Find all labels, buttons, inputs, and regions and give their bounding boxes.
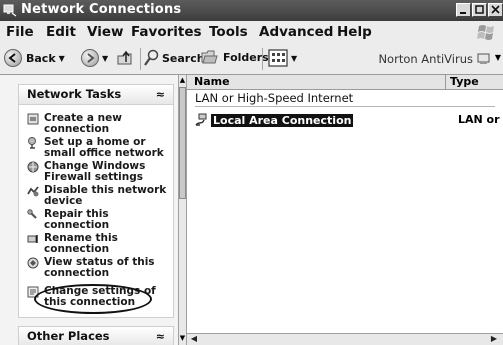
views-dropdown-icon[interactable]: ▼ bbox=[291, 54, 297, 63]
new-connection-icon bbox=[27, 113, 39, 125]
column-header-name[interactable]: Name bbox=[194, 75, 230, 88]
firewall-icon bbox=[27, 161, 39, 173]
back-arrow-icon bbox=[4, 49, 22, 67]
search-icon bbox=[144, 49, 159, 66]
toolbar-separator bbox=[140, 48, 141, 70]
window-title: Network Connections bbox=[21, 2, 182, 17]
task-label: View status of this connection bbox=[44, 256, 155, 279]
menu-bar: File Edit View Favorites Tools Advanced … bbox=[0, 21, 503, 45]
group-divider bbox=[195, 106, 495, 107]
scroll-down-arrow-icon[interactable]: ▼ bbox=[179, 333, 186, 343]
windows-logo-icon bbox=[477, 25, 494, 40]
column-header-row: Name Type bbox=[187, 75, 503, 90]
norton-antivirus-label[interactable]: Norton AntiVirus bbox=[378, 52, 473, 66]
task-pane-scrollbar[interactable]: ▲ ▼ bbox=[178, 75, 187, 345]
scroll-up-arrow-icon[interactable]: ▲ bbox=[179, 75, 186, 85]
home-network-icon bbox=[28, 137, 36, 149]
menu-advanced[interactable]: Advanced bbox=[259, 24, 333, 40]
network-tasks-header[interactable]: Network Tasks ≈ bbox=[19, 85, 173, 105]
column-separator[interactable] bbox=[445, 75, 446, 89]
task-label: Change Windows Firewall settings bbox=[44, 160, 146, 183]
close-icon bbox=[491, 5, 500, 14]
task-label: Create a new connection bbox=[44, 112, 122, 135]
scrollbar-thumb[interactable] bbox=[179, 87, 186, 199]
task-label: Set up a home or small office network bbox=[44, 136, 164, 159]
other-places-header[interactable]: Other Places ≈ bbox=[19, 327, 173, 345]
expand-chevron-icon[interactable]: ≈ bbox=[156, 327, 165, 345]
lan-connection-icon bbox=[195, 113, 207, 126]
toolbar: Back ▼ ▼ Search Folders ▼ Norton AntiVir… bbox=[0, 44, 503, 75]
task-label: Repair this connection bbox=[44, 208, 110, 231]
search-label: Search bbox=[162, 51, 205, 65]
task-label: Disable this network device bbox=[44, 184, 167, 207]
views-button[interactable]: ▼ bbox=[268, 49, 297, 67]
column-header-type[interactable]: Type bbox=[450, 75, 479, 88]
search-button[interactable]: Search bbox=[144, 49, 205, 67]
repair-icon bbox=[27, 209, 37, 219]
highlight-ellipse bbox=[34, 284, 152, 314]
connection-name: Local Area Connection bbox=[211, 113, 354, 127]
menu-file[interactable]: File bbox=[6, 24, 34, 40]
toolbar-separator bbox=[262, 48, 263, 70]
scroll-left-arrow-icon[interactable]: ◀ bbox=[189, 334, 199, 344]
folders-button[interactable]: Folders bbox=[201, 49, 269, 65]
maximize-button[interactable] bbox=[472, 3, 487, 17]
back-dropdown-icon[interactable]: ▼ bbox=[59, 54, 65, 63]
menu-edit[interactable]: Edit bbox=[46, 24, 76, 40]
folders-icon bbox=[201, 50, 218, 64]
back-button[interactable]: Back ▼ bbox=[4, 49, 65, 67]
window-controls bbox=[455, 3, 503, 18]
connection-item[interactable]: Local Area Connection bbox=[195, 113, 354, 127]
forward-arrow-icon bbox=[81, 49, 99, 67]
minimize-icon bbox=[460, 12, 466, 14]
close-button[interactable] bbox=[488, 3, 503, 17]
minimize-button[interactable] bbox=[456, 3, 471, 17]
network-tasks-title: Network Tasks bbox=[27, 87, 122, 101]
connection-type: LAN or H bbox=[458, 113, 503, 126]
group-header: LAN or High-Speed Internet bbox=[195, 91, 354, 105]
network-connections-icon bbox=[3, 4, 17, 17]
maximize-icon bbox=[475, 5, 484, 14]
disable-device-icon bbox=[27, 186, 39, 197]
scroll-right-arrow-icon[interactable]: ▶ bbox=[489, 334, 499, 344]
rename-icon bbox=[27, 235, 38, 243]
collapse-chevron-icon[interactable]: ≈ bbox=[156, 85, 165, 104]
connections-list: Name Type LAN or High-Speed Internet Loc… bbox=[187, 75, 503, 345]
status-icon bbox=[27, 257, 39, 269]
forward-button[interactable]: ▼ bbox=[81, 49, 108, 67]
network-connections-window: Network Connections File Edit View Favor… bbox=[0, 0, 503, 345]
views-icon bbox=[268, 49, 288, 67]
other-places-panel: Other Places ≈ bbox=[18, 326, 174, 345]
menu-tools[interactable]: Tools bbox=[209, 24, 248, 40]
menu-favorites[interactable]: Favorites bbox=[131, 24, 202, 40]
other-places-title: Other Places bbox=[27, 329, 110, 343]
menu-help[interactable]: Help bbox=[337, 24, 372, 40]
up-folder-button[interactable] bbox=[116, 49, 134, 67]
up-folder-icon bbox=[117, 50, 132, 65]
menu-view[interactable]: View bbox=[87, 24, 123, 40]
task-label: Rename this connection bbox=[44, 232, 118, 255]
norton-antivirus-icon[interactable] bbox=[477, 52, 491, 66]
forward-dropdown-icon[interactable]: ▼ bbox=[102, 54, 108, 63]
horizontal-scrollbar[interactable]: ◀ ▶ bbox=[187, 333, 503, 345]
title-bar: Network Connections bbox=[0, 0, 503, 21]
norton-dropdown-icon[interactable]: ▼ bbox=[495, 53, 501, 62]
back-label: Back bbox=[26, 51, 56, 65]
